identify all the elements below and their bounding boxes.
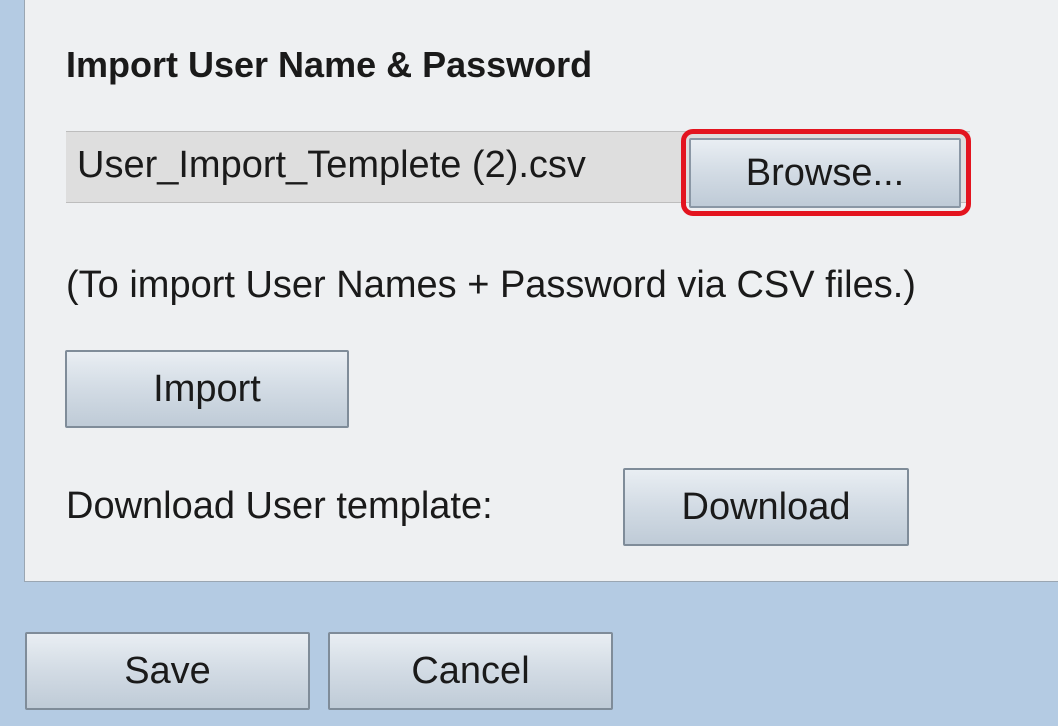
import-hint-text: (To import User Names + Password via CSV… [66, 264, 916, 306]
selected-file-name: User_Import_Templete (2).csv [77, 144, 586, 186]
download-button[interactable]: Download [623, 468, 909, 546]
section-title: Import User Name & Password [66, 44, 593, 85]
cancel-button[interactable]: Cancel [328, 632, 613, 710]
download-template-label: Download User template: [66, 485, 493, 527]
browse-button[interactable]: Browse... [689, 138, 961, 208]
save-button[interactable]: Save [25, 632, 310, 710]
import-button[interactable]: Import [65, 350, 349, 428]
